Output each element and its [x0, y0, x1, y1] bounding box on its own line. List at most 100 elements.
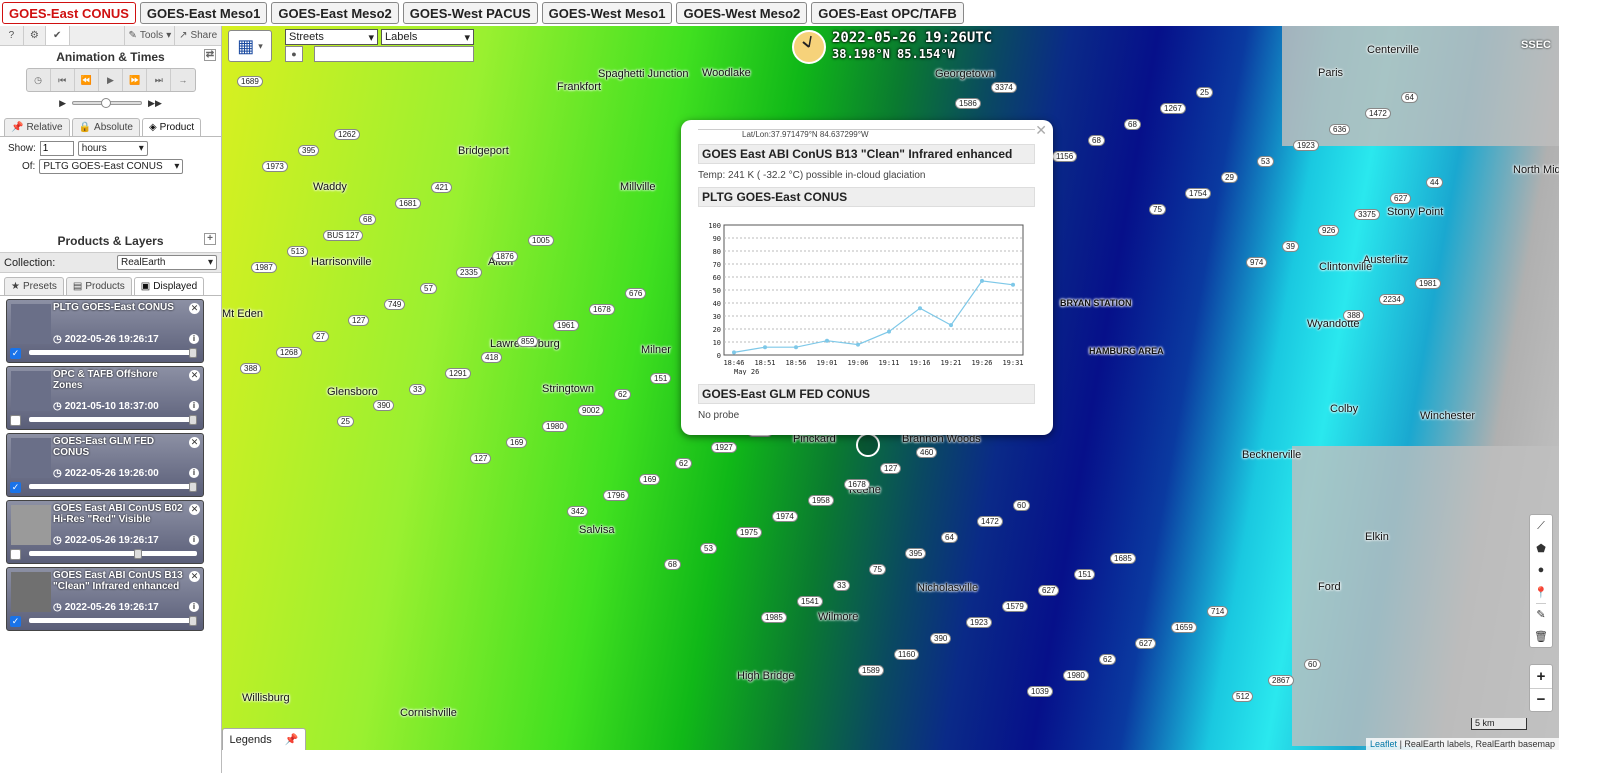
tab-goes-west-meso1[interactable]: GOES-West Meso1	[541, 2, 673, 24]
tab-presets-label: Presets	[22, 281, 57, 292]
draw-marker-icon[interactable]: 📍	[1534, 581, 1548, 603]
show-count-input[interactable]	[39, 141, 74, 156]
speed-slider-handle[interactable]	[101, 98, 112, 108]
opacity-slider[interactable]	[29, 551, 197, 556]
tab-goes-west-meso2[interactable]: GOES-West Meso2	[676, 2, 808, 24]
show-of-select[interactable]: PLTG GOES-East CONUS ▾	[39, 159, 184, 174]
close-icon[interactable]: ✕	[189, 303, 200, 314]
tab-goes-west-pacus[interactable]: GOES-West PACUS	[402, 2, 538, 24]
trash-icon[interactable]: 🗑	[1534, 625, 1548, 647]
step-forward-button[interactable]: ⏩	[123, 69, 148, 91]
opacity-slider[interactable]	[29, 417, 197, 422]
step-back-button[interactable]: ⏪	[75, 69, 99, 91]
opacity-slider[interactable]	[29, 350, 197, 355]
legends-tab[interactable]: Legends 📌	[222, 728, 306, 750]
close-icon[interactable]: ✕	[189, 370, 200, 381]
play-button[interactable]: ▶	[99, 69, 124, 91]
tab-product[interactable]: ◈ Product	[141, 118, 202, 136]
town-label: Georgetown	[935, 68, 995, 80]
info-icon[interactable]: i	[189, 334, 199, 344]
tab-goes-east-opc-tafb[interactable]: GOES-East OPC/TAFB	[811, 2, 964, 24]
road-shield: 1541	[797, 596, 823, 607]
layer-item[interactable]: GOES East ABI ConUS B02 Hi-Res "Red" Vis…	[6, 500, 204, 564]
opacity-slider[interactable]	[29, 484, 197, 489]
tab-goes-east-conus[interactable]: GOES-East CONUS	[2, 2, 136, 24]
add-product-icon[interactable]: +	[204, 233, 216, 245]
collapse-icon[interactable]: ⇄	[204, 49, 216, 61]
road-shield: 57	[420, 283, 437, 294]
layer-checkbox[interactable]	[10, 549, 21, 560]
first-frame-button[interactable]: ⏮	[51, 69, 75, 91]
clock-mode-button[interactable]: ◷	[27, 69, 51, 91]
zoom-out-button[interactable]: −	[1530, 689, 1552, 712]
tab-goes-east-meso1[interactable]: GOES-East Meso1	[139, 2, 268, 24]
layer-checkbox[interactable]: ✓	[10, 616, 21, 627]
draw-polygon-icon[interactable]: ⬟	[1536, 537, 1546, 559]
layer-time: ◷ 2021-05-10 18:37:00	[53, 401, 159, 412]
tab-absolute[interactable]: 🔒 Absolute	[71, 118, 140, 136]
opacity-slider-handle[interactable]	[134, 549, 142, 559]
road-shield: 3374	[991, 82, 1017, 93]
tab-goes-east-meso2[interactable]: GOES-East Meso2	[271, 2, 399, 24]
gear-icon: ⚙	[29, 30, 39, 41]
products-tabs: ★ Presets ▤ Products ▣ Displayed	[0, 277, 221, 296]
last-frame-button[interactable]: ⏭	[147, 69, 172, 91]
labels-select[interactable]: Labels ▾	[381, 29, 474, 45]
opacity-slider-handle[interactable]	[189, 348, 197, 358]
tab-displayed[interactable]: ▣ Displayed	[133, 277, 205, 295]
road-shield: 39	[1282, 241, 1299, 252]
opacity-slider-handle[interactable]	[189, 616, 197, 626]
edit-icon[interactable]: ✎	[1536, 603, 1546, 625]
collection-select[interactable]: RealEarth ▾	[117, 255, 217, 270]
speed-slider[interactable]	[72, 98, 143, 108]
layer-item[interactable]: PLTG GOES-East CONUS ◷ 2022-05-26 19:26:17…	[6, 299, 204, 363]
opacity-slider-handle[interactable]	[189, 482, 197, 492]
chart-point	[825, 338, 829, 343]
record-icon[interactable]: ●	[285, 46, 303, 62]
show-of-label: Of:	[22, 161, 36, 172]
map-search-input[interactable]	[314, 46, 474, 62]
opacity-slider[interactable]	[29, 618, 197, 623]
show-unit-select[interactable]: hours ▾	[77, 141, 148, 156]
close-icon[interactable]: ✕	[1035, 122, 1047, 139]
chart-x-tick-label: 19:11	[878, 359, 899, 367]
tab-products[interactable]: ▤ Products	[65, 277, 132, 295]
share-button[interactable]: ↗ Share	[175, 26, 221, 45]
layer-item[interactable]: OPC & TAFB Offshore Zones ◷ 2021-05-10 18:…	[6, 366, 204, 430]
layer-checkbox[interactable]	[10, 415, 21, 426]
opacity-slider-handle[interactable]	[189, 415, 197, 425]
help-button[interactable]: ?	[0, 26, 24, 45]
close-icon[interactable]: ✕	[189, 504, 200, 515]
draw-circle-icon[interactable]: ●	[1538, 559, 1545, 581]
tab-absolute-label: Absolute	[94, 122, 133, 133]
layer-checkbox[interactable]: ✓	[10, 348, 21, 359]
info-icon[interactable]: i	[189, 468, 199, 478]
layer-checkbox[interactable]: ✓	[10, 482, 21, 493]
road-shield: 1980	[1063, 670, 1089, 681]
info-icon[interactable]: i	[189, 401, 199, 411]
close-icon[interactable]: ✕	[189, 571, 200, 582]
road-shield: 512	[1232, 691, 1254, 702]
tab-presets[interactable]: ★ Presets	[4, 277, 64, 295]
layer-item[interactable]: GOES-East GLM FED CONUS ◷ 2022-05-26 19:26…	[6, 433, 204, 497]
tools-button[interactable]: ✎ Tools ▾	[125, 26, 176, 45]
info-icon[interactable]: i	[189, 535, 199, 545]
tab-relative[interactable]: 📌 Relative	[4, 118, 70, 136]
layer-switcher-button[interactable]: ▦ ▾	[228, 30, 272, 62]
chart-y-tick-label: 60	[713, 274, 721, 282]
zoom-in-button[interactable]: +	[1530, 665, 1552, 689]
close-icon[interactable]: ✕	[189, 437, 200, 448]
draw-line-icon[interactable]: ⟋	[1537, 515, 1545, 537]
info-icon[interactable]: i	[189, 602, 199, 612]
layer-time-text: 2021-05-10 18:37:00	[64, 401, 159, 412]
road-shield: 1262	[334, 129, 360, 140]
confirm-button[interactable]: ✔	[45, 26, 70, 45]
loop-button[interactable]: →	[171, 69, 194, 91]
chart-y-tick-label: 100	[708, 222, 721, 230]
probe-marker-icon[interactable]	[856, 433, 880, 457]
leaflet-link[interactable]: Leaflet	[1370, 739, 1397, 749]
layer-item[interactable]: GOES East ABI ConUS B13 "Clean" Infrared…	[6, 567, 204, 631]
popup-no-probe: No probe	[698, 410, 740, 421]
settings-button[interactable]: ⚙	[24, 26, 46, 45]
basemap-select[interactable]: Streets ▾	[285, 29, 378, 45]
